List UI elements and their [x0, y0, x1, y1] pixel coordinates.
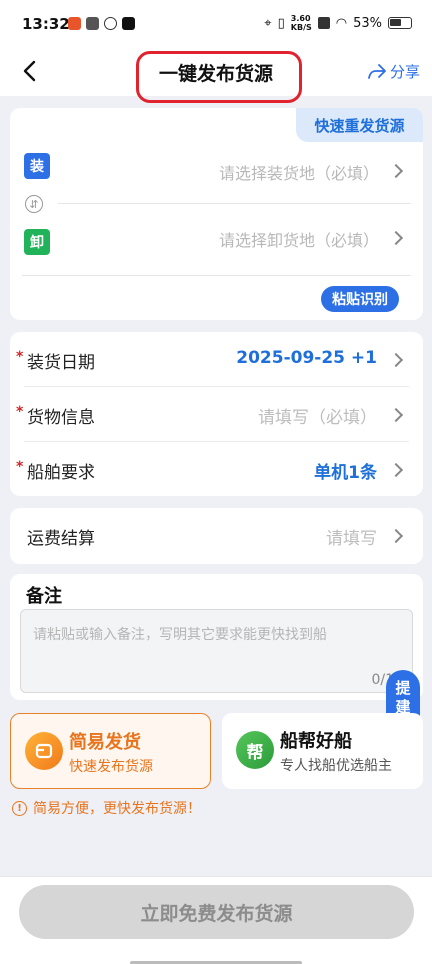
row-label: 运费结算: [27, 529, 95, 549]
divider: [58, 203, 411, 204]
app-notification-icon: [86, 17, 99, 30]
freight-row[interactable]: 运费结算 请填写: [10, 508, 423, 563]
route-card: 快速重发货源 装 请选择装货地（必填） ⇵ 卸 请选择卸货地（必填） 粘贴识别: [10, 108, 423, 320]
location-icon: ⌖: [264, 15, 272, 31]
freight-card: 运费结算 请填写: [10, 508, 423, 564]
note-card: 备注 请粘贴或输入备注，写明其它要求能更快找到船 0/1: [10, 574, 423, 700]
load-date-row[interactable]: * 装货日期 2025-09-25 +1: [10, 332, 423, 387]
wifi-icon: ◠: [335, 15, 348, 31]
help-ship-card[interactable]: 帮 船帮好船 专人找船优选船主: [222, 713, 423, 789]
vibrate-icon: ▯: [277, 15, 285, 31]
sync-icon: [104, 17, 117, 30]
tiktok-icon: [122, 17, 135, 30]
chevron-right-icon: [388, 352, 404, 368]
row-label: 船舶要求: [27, 463, 95, 483]
row-label: 货物信息: [27, 408, 95, 428]
load-date-value: 2025-09-25 +1: [236, 348, 377, 368]
cargo-info-row[interactable]: * 货物信息 请填写（必填）: [10, 387, 423, 442]
app-notification-icon: [68, 17, 81, 30]
publish-button[interactable]: 立即免费发布货源: [19, 885, 414, 939]
info-icon: !: [12, 800, 27, 816]
share-icon: [368, 63, 386, 79]
note-title: 备注: [26, 586, 62, 607]
share-button[interactable]: 分享: [367, 61, 420, 82]
unload-place-picker[interactable]: 请选择卸货地（必填）: [219, 227, 379, 251]
load-place-picker[interactable]: 请选择装货地（必填）: [219, 160, 379, 184]
highlight-annotation: [136, 51, 302, 103]
easy-ship-subtitle: 快速发布货源: [69, 759, 153, 775]
tip-text: 简易方便，更快发布货源！: [33, 801, 201, 817]
chevron-right-icon: [388, 528, 404, 544]
easy-ship-icon: [25, 732, 63, 770]
help-ship-subtitle: 专人找船优选船主: [280, 758, 392, 774]
load-tag: 装: [24, 153, 50, 179]
chevron-right-icon: [388, 230, 404, 246]
easy-ship-title: 简易发货: [69, 732, 141, 753]
paste-recognize-button[interactable]: 粘贴识别: [321, 286, 399, 312]
divider: [22, 275, 411, 276]
help-ship-title: 船帮好船: [280, 731, 352, 752]
share-label: 分享: [389, 63, 420, 81]
net-speed: 3.60 KB/S: [290, 14, 312, 32]
cargo-form-card: * 装货日期 2025-09-25 +1 * 货物信息 请填写（必填） * 船舶…: [10, 332, 423, 496]
note-placeholder: 请粘贴或输入备注，写明其它要求能更快找到船: [33, 627, 327, 643]
chevron-right-icon: [388, 163, 404, 179]
freight-value: 请填写: [326, 529, 377, 549]
quick-repost-button[interactable]: 快速重发货源: [296, 108, 423, 142]
sim-icon: [317, 17, 330, 29]
ship-requirement-row[interactable]: * 船舶要求 单机1条: [10, 442, 423, 497]
required-mark: *: [16, 349, 24, 365]
battery-icon: [388, 17, 412, 29]
nav-header: 一键发布货源 分享: [0, 48, 432, 103]
ship-requirement-value: 单机1条: [314, 463, 377, 483]
cargo-info-value: 请填写（必填）: [258, 408, 377, 428]
required-mark: *: [16, 459, 24, 475]
swap-route-icon[interactable]: ⇵: [25, 195, 43, 213]
help-icon: 帮: [236, 731, 274, 769]
battery-percent: 53%: [353, 15, 382, 31]
clock: 13:32: [22, 15, 70, 33]
chevron-right-icon: [388, 407, 404, 423]
chevron-right-icon: [388, 462, 404, 478]
required-mark: *: [16, 404, 24, 420]
tip-line: ! 简易方便，更快发布货源！: [12, 798, 201, 818]
note-textarea[interactable]: 请粘贴或输入备注，写明其它要求能更快找到船 0/1: [20, 609, 413, 693]
easy-ship-card[interactable]: 简易发货 快速发布货源: [10, 713, 211, 789]
status-bar: 13:32 ⌖ ▯ 3.60 KB/S ◠ 53%: [0, 0, 432, 48]
bottom-bar: 立即免费发布货源: [0, 876, 432, 964]
row-label: 装货日期: [27, 353, 95, 373]
unload-tag: 卸: [24, 229, 50, 255]
